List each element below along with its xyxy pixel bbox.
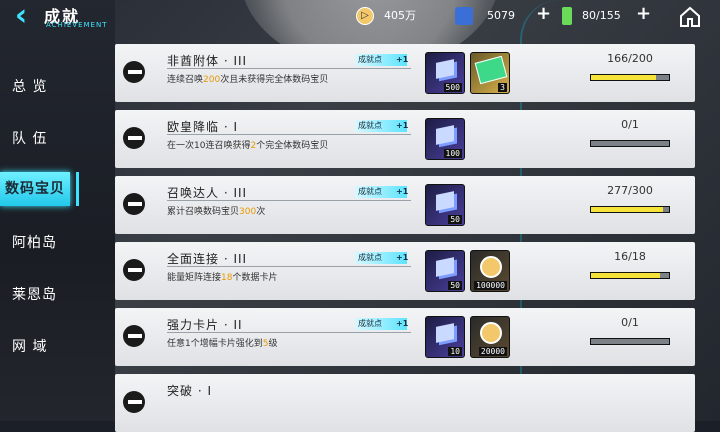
achievement-card[interactable]: 召唤达人 · III 累计召唤数码宝贝300次 成就点 +1 50 277/300 [115,176,695,234]
add-cube-button[interactable]: + [536,3,551,24]
reward-coin-icon[interactable]: 20000 [470,316,510,358]
progress-bar [590,338,670,345]
achievement-name: 非酋附体 · III [167,54,248,68]
reward-cube-icon[interactable]: 50 [425,250,465,292]
achievement-name: 全面连接 · III [167,252,248,266]
achievement-card[interactable]: 欧皇降临 · I 在一次10连召唤获得2个完全体数码宝贝 成就点 +1 100 0/1 [115,110,695,168]
achievement-name: 强力卡片 · II [167,318,243,332]
energy-icon [562,7,572,25]
resource-energy: 80/155 [558,7,648,25]
divider [167,68,411,69]
progress-text: 0/1 [621,316,639,329]
achievement-card[interactable]: 突破 · I [115,374,695,432]
reward-cube-icon[interactable]: 10 [425,316,465,358]
sidebar-item-abo-island[interactable]: 阿柏岛 [0,226,80,260]
sidebar-item-digimon[interactable]: 数码宝贝 [0,172,70,206]
coin-glyph-icon [480,322,502,344]
active-indicator [76,172,79,206]
points-value: +1 [396,253,409,262]
achievement-badge-icon [123,193,145,215]
reward-count: 100000 [474,281,507,290]
progress-text: 166/200 [607,52,653,65]
achievement-description: 任意1个增幅卡片强化到5级 [167,339,278,349]
top-bar: ‹ 成就 ACHIEVEMENT ▷ 405万 5079 + 80/155 + [0,0,720,34]
progress-bar [590,206,670,213]
achievement-badge-icon [123,259,145,281]
reward-card-icon[interactable]: 3 [470,52,510,94]
reward-count: 100 [443,149,462,158]
divider [167,200,411,201]
cube-value: 5079 [487,9,515,22]
reward-cube-icon[interactable]: 500 [425,52,465,94]
sidebar-item-overview[interactable]: 总 览 [0,70,80,104]
resource-coin: ▷ 405万 [356,7,436,25]
reward-count: 10 [448,347,462,356]
achievement-description: 在一次10连召唤获得2个完全体数码宝贝 [167,141,329,151]
sidebar-item-lane-island[interactable]: 莱恩岛 [0,278,80,312]
divider [167,134,411,135]
points-value: +1 [396,55,409,64]
page-subtitle: ACHIEVEMENT [46,21,108,29]
achievement-badge-icon [123,61,145,83]
achievement-card[interactable]: 全面连接 · III 能量矩阵连接18个数据卡片 成就点 +1 50 100000 16/1… [115,242,695,300]
progress-fill [591,207,663,212]
reward-coin-icon[interactable]: 100000 [470,250,510,292]
achievement-description: 累计召唤数码宝贝300次 [167,207,266,217]
progress-bar [590,140,670,147]
card-glyph-icon [474,55,508,85]
achievement-description: 能量矩阵连接18个数据卡片 [167,273,278,283]
progress-bar [590,74,670,81]
progress-text: 277/300 [607,184,653,197]
divider [167,266,411,267]
progress-fill [591,273,661,278]
achievement-description: 连续召唤200次且未获得完全体数码宝贝 [167,75,329,85]
points-value: +1 [396,121,409,130]
reward-count: 50 [448,215,462,224]
reward-count: 20000 [478,347,507,356]
achievement-badge-icon [123,325,145,347]
cube-icon [455,7,473,25]
coin-value: 405万 [384,9,416,22]
sidebar-item-team[interactable]: 队 伍 [0,122,80,156]
achievement-badge-icon [123,127,145,149]
home-icon[interactable] [678,5,702,29]
cube-glyph-icon [436,59,454,79]
resource-cube: 5079 [455,7,545,25]
points-value: +1 [396,319,409,328]
achievement-name: 召唤达人 · III [167,186,248,200]
coin-icon: ▷ [356,7,374,25]
back-button[interactable]: ‹ [6,1,36,32]
achievement-name: 欧皇降临 · I [167,120,238,134]
cube-glyph-icon [436,125,454,145]
cube-glyph-icon [436,257,454,277]
progress-fill [591,75,656,80]
cube-glyph-icon [436,191,454,211]
reward-count: 3 [498,83,507,92]
coin-glyph-icon [480,256,502,278]
points-value: +1 [396,187,409,196]
achievement-card[interactable]: 强力卡片 · II 任意1个增幅卡片强化到5级 成就点 +1 10 20000 0/1 [115,308,695,366]
reward-count: 50 [448,281,462,290]
add-energy-button[interactable]: + [636,3,651,24]
divider [167,332,411,333]
sidebar-item-network[interactable]: 网 域 [0,330,80,364]
reward-cube-icon[interactable]: 50 [425,184,465,226]
reward-cube-icon[interactable]: 100 [425,118,465,160]
achievement-badge-icon [123,391,145,413]
achievement-name: 突破 · I [167,384,212,398]
achievement-card[interactable]: 非酋附体 · III 连续召唤200次且未获得完全体数码宝贝 成就点 +1 500 3 16… [115,44,695,102]
progress-text: 16/18 [614,250,646,263]
progress-bar [590,272,670,279]
reward-count: 500 [443,83,462,92]
energy-value: 80/155 [582,9,621,22]
progress-text: 0/1 [621,118,639,131]
cube-glyph-icon [436,323,454,343]
